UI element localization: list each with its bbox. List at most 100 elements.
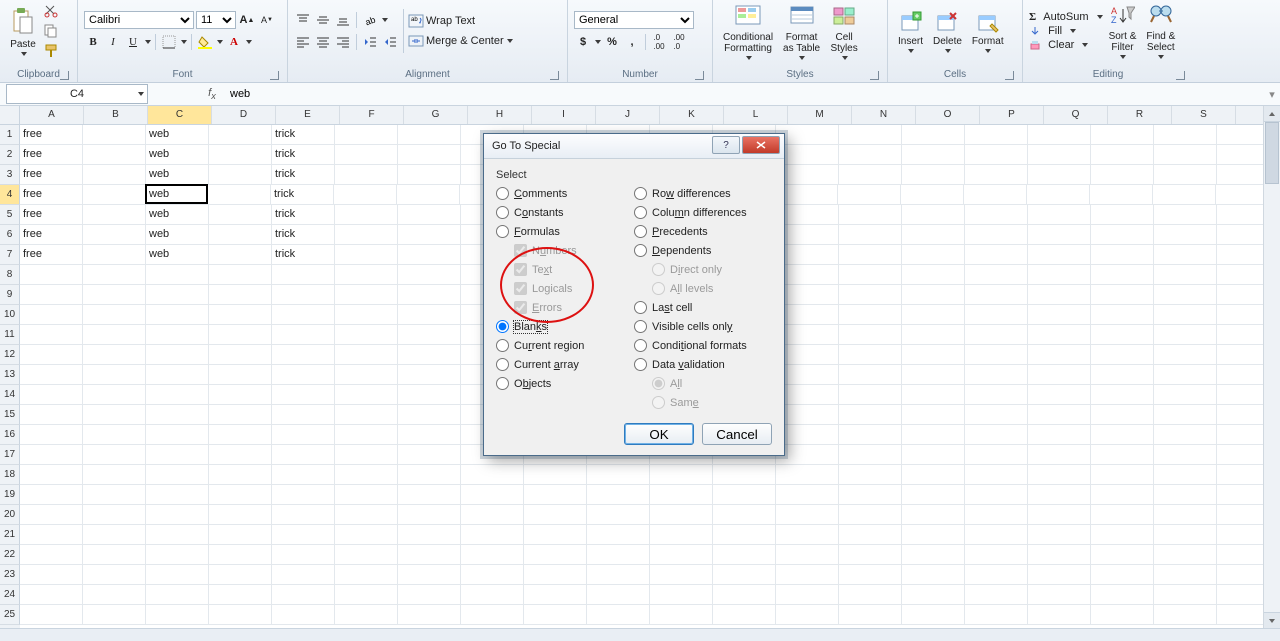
cell-G14[interactable] — [398, 385, 461, 404]
cell-N21[interactable] — [839, 525, 902, 544]
cell-F12[interactable] — [335, 345, 398, 364]
cell-H21[interactable] — [461, 525, 524, 544]
scroll-thumb[interactable] — [1265, 122, 1279, 184]
cell-Q10[interactable] — [1028, 305, 1091, 324]
cell-D16[interactable] — [209, 425, 272, 444]
cell-S13[interactable] — [1154, 365, 1217, 384]
cell-C23[interactable] — [146, 565, 209, 584]
cell-D11[interactable] — [209, 325, 272, 344]
cell-D2[interactable] — [209, 145, 272, 164]
cell-I22[interactable] — [524, 545, 587, 564]
cell-S24[interactable] — [1154, 585, 1217, 604]
cell-S25[interactable] — [1154, 605, 1217, 624]
cell-D18[interactable] — [209, 465, 272, 484]
row-header-21[interactable]: 21 — [0, 525, 20, 545]
cell-C19[interactable] — [146, 485, 209, 504]
cell-B2[interactable] — [83, 145, 146, 164]
cell-E8[interactable] — [272, 265, 335, 284]
cell-C13[interactable] — [146, 365, 209, 384]
cell-A22[interactable] — [20, 545, 83, 564]
cell-K18[interactable] — [650, 465, 713, 484]
option-objects[interactable]: Objects — [496, 377, 616, 390]
cell-P2[interactable] — [965, 145, 1028, 164]
cell-G20[interactable] — [398, 505, 461, 524]
cell-L18[interactable] — [713, 465, 776, 484]
align-right-button[interactable] — [334, 33, 352, 51]
cell-F2[interactable] — [335, 145, 398, 164]
cell-O17[interactable] — [902, 445, 965, 464]
number-format-select[interactable]: General — [574, 11, 694, 29]
cell-A1[interactable]: free — [20, 125, 83, 144]
cell-N13[interactable] — [839, 365, 902, 384]
option-current_array[interactable]: Current array — [496, 358, 616, 371]
cell-E10[interactable] — [272, 305, 335, 324]
cell-R17[interactable] — [1091, 445, 1154, 464]
cell-B21[interactable] — [83, 525, 146, 544]
cell-O16[interactable] — [902, 425, 965, 444]
cell-E17[interactable] — [272, 445, 335, 464]
cell-R20[interactable] — [1091, 505, 1154, 524]
cell-L25[interactable] — [713, 605, 776, 624]
cell-D5[interactable] — [209, 205, 272, 224]
cell-O8[interactable] — [902, 265, 965, 284]
cell-B16[interactable] — [83, 425, 146, 444]
row-header-17[interactable]: 17 — [0, 445, 20, 465]
column-header-A[interactable]: A — [20, 106, 84, 124]
cell-G23[interactable] — [398, 565, 461, 584]
cell-H25[interactable] — [461, 605, 524, 624]
cell-J18[interactable] — [587, 465, 650, 484]
align-left-button[interactable] — [294, 33, 312, 51]
option-row_diff[interactable]: Row differences — [634, 187, 747, 200]
cell-S14[interactable] — [1154, 385, 1217, 404]
cell-S23[interactable] — [1154, 565, 1217, 584]
cell-A7[interactable]: free — [20, 245, 83, 264]
cell-B24[interactable] — [83, 585, 146, 604]
cell-C1[interactable]: web — [146, 125, 209, 144]
column-header-I[interactable]: I — [532, 106, 596, 124]
cell-M18[interactable] — [776, 465, 839, 484]
cell-P17[interactable] — [965, 445, 1028, 464]
cell-P12[interactable] — [965, 345, 1028, 364]
cell-I25[interactable] — [524, 605, 587, 624]
cell-O24[interactable] — [902, 585, 965, 604]
fill-button[interactable]: Fill — [1029, 25, 1103, 37]
cell-N5[interactable] — [839, 205, 902, 224]
cell-B13[interactable] — [83, 365, 146, 384]
cell-R12[interactable] — [1091, 345, 1154, 364]
cell-E19[interactable] — [272, 485, 335, 504]
cell-K20[interactable] — [650, 505, 713, 524]
cell-N7[interactable] — [839, 245, 902, 264]
cell-J20[interactable] — [587, 505, 650, 524]
cell-S5[interactable] — [1154, 205, 1217, 224]
cell-R24[interactable] — [1091, 585, 1154, 604]
copy-button[interactable] — [42, 22, 60, 40]
find-select-button[interactable]: Find & Select — [1142, 1, 1179, 61]
cell-D21[interactable] — [209, 525, 272, 544]
cell-S10[interactable] — [1154, 305, 1217, 324]
cell-H19[interactable] — [461, 485, 524, 504]
cell-B17[interactable] — [83, 445, 146, 464]
cell-B25[interactable] — [83, 605, 146, 624]
cell-Q5[interactable] — [1028, 205, 1091, 224]
cell-O5[interactable] — [902, 205, 965, 224]
cell-G17[interactable] — [398, 445, 461, 464]
cell-C20[interactable] — [146, 505, 209, 524]
cell-B23[interactable] — [83, 565, 146, 584]
cell-O14[interactable] — [902, 385, 965, 404]
row-header-22[interactable]: 22 — [0, 545, 20, 565]
cell-G24[interactable] — [398, 585, 461, 604]
cell-N3[interactable] — [839, 165, 902, 184]
cell-O19[interactable] — [902, 485, 965, 504]
cell-D15[interactable] — [209, 405, 272, 424]
cell-N2[interactable] — [839, 145, 902, 164]
cell-E12[interactable] — [272, 345, 335, 364]
cell-P22[interactable] — [965, 545, 1028, 564]
cell-L21[interactable] — [713, 525, 776, 544]
align-top-button[interactable] — [294, 11, 312, 29]
cell-A4[interactable]: free — [20, 185, 83, 204]
clear-button[interactable]: Clear — [1029, 39, 1103, 51]
row-header-19[interactable]: 19 — [0, 485, 20, 505]
cell-B12[interactable] — [83, 345, 146, 364]
cell-A25[interactable] — [20, 605, 83, 624]
cell-B19[interactable] — [83, 485, 146, 504]
